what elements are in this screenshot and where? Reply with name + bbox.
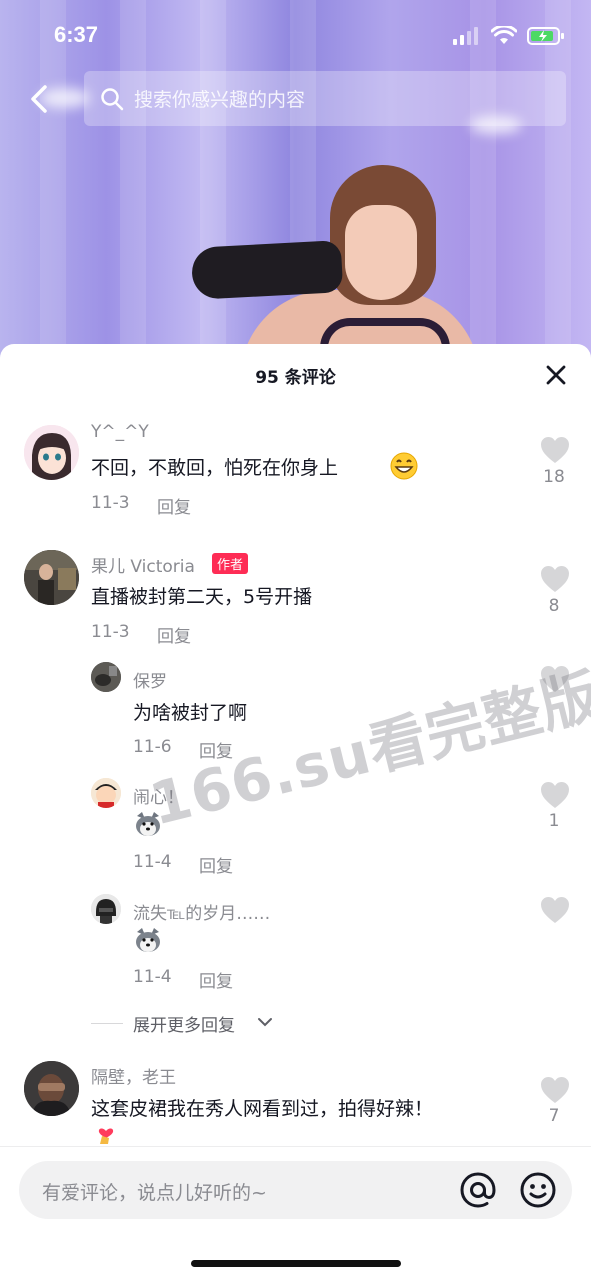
anime-avatar-icon bbox=[24, 425, 79, 480]
comment-text: 直播被封第二天，5号开播 bbox=[91, 586, 313, 608]
comment-username[interactable]: 果儿 Victoria bbox=[91, 552, 195, 577]
comment-text: 这套皮裙我在秀人网看到过，拍得好辣！ bbox=[91, 1098, 434, 1120]
status-icons bbox=[453, 26, 565, 46]
avatar[interactable] bbox=[24, 1061, 79, 1116]
grinning-face-icon bbox=[390, 452, 418, 480]
chevron-left-icon bbox=[31, 85, 47, 113]
emoji-picker-icon[interactable] bbox=[519, 1171, 557, 1209]
curtain-stripe bbox=[200, 0, 226, 360]
photo-avatar-icon bbox=[24, 1061, 79, 1116]
like-count: 1 bbox=[548, 811, 560, 831]
heart-icon[interactable] bbox=[540, 436, 570, 464]
video-background[interactable] bbox=[0, 0, 591, 360]
close-icon[interactable] bbox=[545, 364, 567, 386]
person-figure bbox=[345, 205, 417, 300]
signal-icon bbox=[453, 27, 478, 45]
photo-avatar-icon bbox=[24, 550, 79, 605]
avatar[interactable] bbox=[24, 550, 79, 605]
like-count: 8 bbox=[548, 596, 560, 616]
heart-icon[interactable] bbox=[540, 1076, 570, 1104]
search-placeholder: 搜索你感兴趣的内容 bbox=[134, 89, 306, 111]
heart-icon[interactable] bbox=[540, 565, 570, 593]
comment-date: 11-3 bbox=[91, 493, 130, 513]
reply-button[interactable]: 回复 bbox=[157, 622, 191, 647]
curtain-stripe bbox=[40, 0, 66, 360]
wifi-icon bbox=[491, 26, 517, 44]
like-count: 18 bbox=[543, 467, 565, 487]
reply-date: 11-4 bbox=[133, 852, 172, 872]
reply-button[interactable]: 回复 bbox=[157, 493, 191, 518]
curtain-stripe bbox=[545, 0, 571, 360]
husky-dog-icon bbox=[136, 928, 160, 952]
reply-username[interactable]: 保罗 bbox=[133, 667, 167, 692]
avatar[interactable] bbox=[91, 778, 121, 808]
expand-replies-button[interactable]: 展开更多回复 bbox=[133, 1011, 235, 1036]
divider bbox=[91, 1023, 123, 1024]
reply-text: 为啥被封了啊 bbox=[133, 702, 248, 724]
comment-count-title: 95 条评论 bbox=[255, 368, 336, 388]
helmet-avatar-icon bbox=[91, 894, 121, 924]
like-count: 7 bbox=[548, 1106, 560, 1126]
heart-icon[interactable] bbox=[540, 896, 570, 924]
avatar[interactable] bbox=[91, 894, 121, 924]
status-time: 6:37 bbox=[54, 22, 99, 47]
chevron-down-icon[interactable] bbox=[257, 1016, 273, 1028]
avatar[interactable] bbox=[91, 662, 121, 692]
curtain-stripe bbox=[120, 0, 146, 360]
reply-button[interactable]: 回复 bbox=[199, 852, 233, 877]
heart-icon[interactable] bbox=[540, 781, 570, 809]
comment-date: 11-3 bbox=[91, 622, 130, 642]
home-indicator[interactable] bbox=[191, 1260, 401, 1267]
reply-username[interactable]: 流失℡的岁月…… bbox=[133, 899, 270, 924]
comment-text: 不回，不敢回，怕死在你身上 bbox=[91, 457, 339, 479]
back-button[interactable] bbox=[24, 84, 54, 114]
at-mention-icon[interactable] bbox=[459, 1171, 497, 1209]
battery-charging-icon bbox=[527, 27, 564, 45]
reply-date: 11-4 bbox=[133, 967, 172, 987]
comment-sheet: 95 条评论 bbox=[0, 344, 591, 1280]
search-bar[interactable]: 搜索你感兴趣的内容 bbox=[84, 71, 566, 126]
heart-hand-icon bbox=[98, 1128, 114, 1144]
photo-avatar-icon bbox=[91, 662, 121, 692]
search-icon bbox=[101, 87, 124, 110]
curtain-stripe bbox=[470, 0, 496, 360]
comment-username[interactable]: Y^_^Y bbox=[91, 422, 149, 442]
reply-button[interactable]: 回复 bbox=[199, 967, 233, 992]
person-figure bbox=[190, 240, 344, 300]
cartoon-avatar-icon bbox=[91, 778, 121, 808]
author-badge: 作者 bbox=[212, 553, 249, 574]
avatar[interactable] bbox=[24, 425, 79, 480]
comment-username[interactable]: 隔壁，老王 bbox=[91, 1063, 176, 1088]
comment-input-placeholder: 有爱评论，说点儿好听的~ bbox=[42, 1182, 267, 1204]
